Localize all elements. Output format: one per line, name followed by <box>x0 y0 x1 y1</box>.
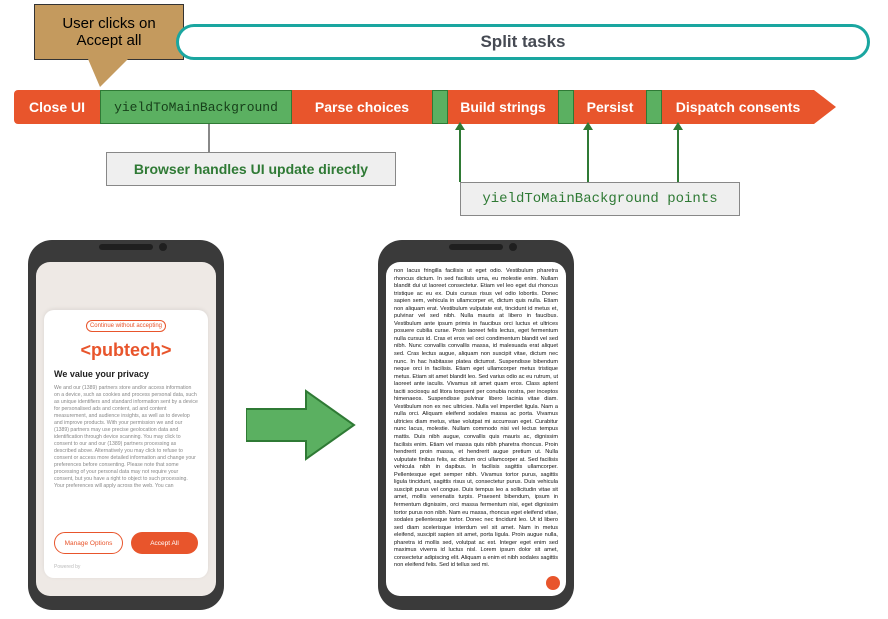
phone-notch <box>99 244 153 250</box>
timeline-persist: Persist <box>574 90 646 124</box>
accept-all-label: Accept All <box>150 540 179 547</box>
phone-before: Continue without accepting <pubtech> We … <box>28 240 224 610</box>
timeline-build-strings: Build strings <box>448 90 558 124</box>
timeline-close-ui: Close UI <box>14 90 100 124</box>
timeline-yield-point-2 <box>558 90 574 124</box>
powered-by-label: Powered by <box>54 564 80 570</box>
phone-after-screen: non lacus fringilla facilisis ut eget od… <box>386 262 566 596</box>
phone-notch-2 <box>449 244 503 250</box>
annotation-browser-update-text: Browser handles UI update directly <box>134 161 368 177</box>
timeline-yield-point-1 <box>432 90 448 124</box>
timeline-arrowhead-icon <box>814 90 836 124</box>
phone-before-screen: Continue without accepting <pubtech> We … <box>36 262 216 596</box>
consent-buttons: Manage Options Accept All <box>54 532 198 554</box>
split-tasks-header: Split tasks <box>176 24 870 60</box>
pubtech-logo: <pubtech> <box>54 340 198 361</box>
connector-line-1 <box>208 124 210 152</box>
floating-action-button[interactable] <box>546 576 560 590</box>
phones-section: Continue without accepting <pubtech> We … <box>28 240 574 610</box>
timeline-parse-choices: Parse choices <box>292 90 432 124</box>
timeline-dispatch-consents: Dispatch consents <box>662 90 814 124</box>
callout-tail <box>88 59 128 87</box>
accept-all-button[interactable]: Accept All <box>131 532 198 554</box>
callout-text: User clicks on Accept all <box>39 15 179 49</box>
timeline-yield-main: yieldToMainBackground <box>100 90 292 124</box>
manage-options-label: Manage Options <box>65 540 113 547</box>
annotation-browser-update: Browser handles UI update directly <box>106 152 396 186</box>
phone-after: non lacus fringilla facilisis ut eget od… <box>378 240 574 610</box>
transition-arrow-icon <box>246 385 356 465</box>
annotation-yield-points: yieldToMainBackground points <box>460 182 740 216</box>
callout-accept-all: User clicks on Accept all <box>34 4 184 60</box>
timeline: Close UI yieldToMainBackground Parse cho… <box>14 90 836 124</box>
continue-without-accepting-button[interactable]: Continue without accepting <box>86 320 166 332</box>
consent-card: Continue without accepting <pubtech> We … <box>44 310 208 578</box>
continue-label: Continue without accepting <box>90 323 162 329</box>
article-body-text: non lacus fringilla facilisis ut eget od… <box>394 268 558 568</box>
timeline-yield-point-3 <box>646 90 662 124</box>
split-tasks-label: Split tasks <box>480 32 565 52</box>
consent-body-text: We and our (1389) partners store and/or … <box>54 385 198 495</box>
yield-arrow-2 <box>587 128 589 182</box>
annotation-yield-points-text: yieldToMainBackground points <box>482 191 717 207</box>
consent-title: We value your privacy <box>54 369 198 379</box>
yield-arrow-1 <box>459 128 461 182</box>
manage-options-button[interactable]: Manage Options <box>54 532 123 554</box>
yield-arrow-3 <box>677 128 679 182</box>
